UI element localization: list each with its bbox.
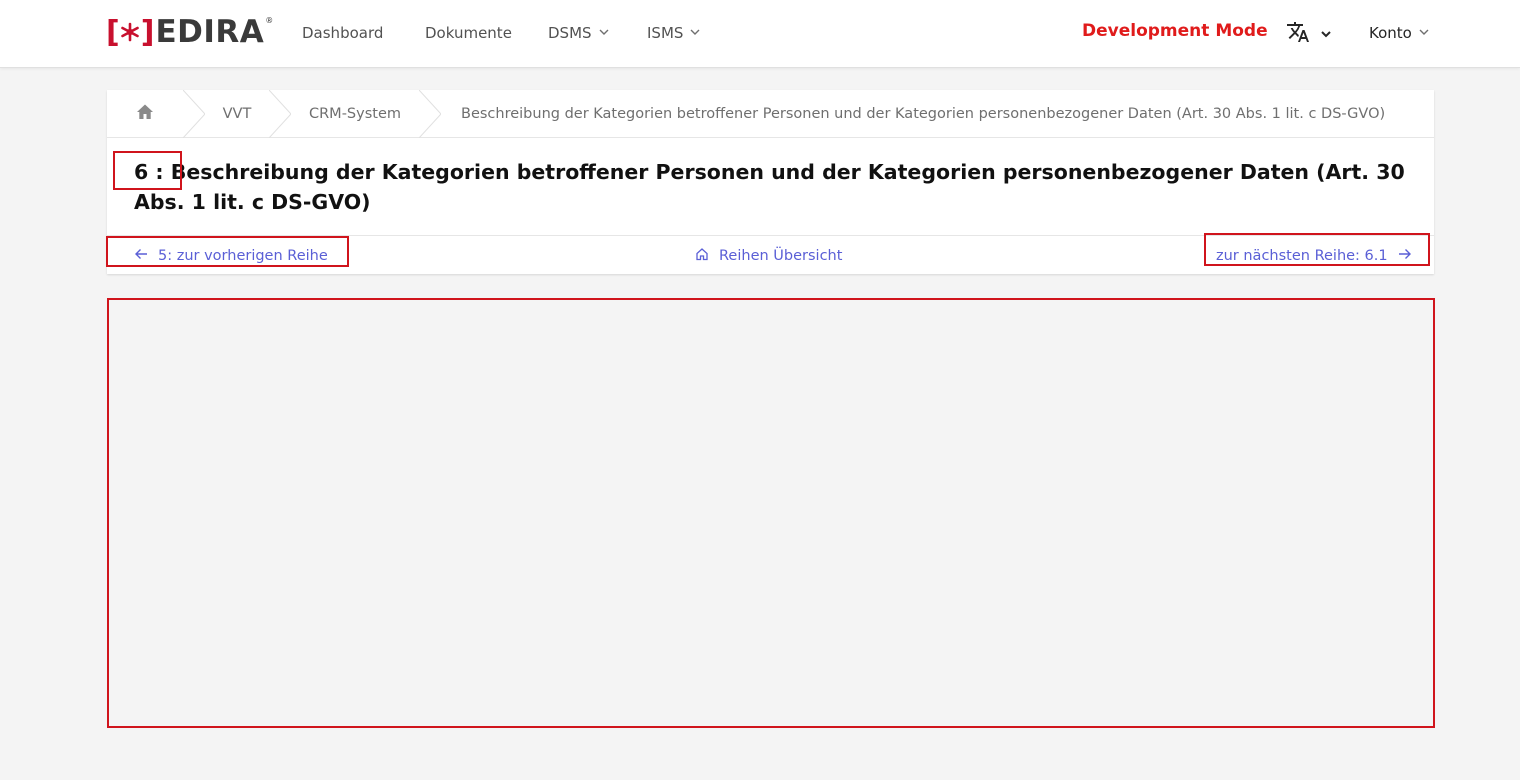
row-navigation: 5: zur vorherigen Reihe Reihen Übersicht…	[107, 235, 1434, 274]
row-header-card: VVT CRM-System Beschreibung der Kategori…	[107, 90, 1434, 274]
registered-mark: ®	[265, 15, 274, 25]
breadcrumb-separator	[419, 90, 441, 138]
nav-dashboard-label: Dashboard	[302, 24, 384, 42]
next-row-label: zur nächsten Reihe: 6.1	[1216, 248, 1388, 264]
arrow-right-icon	[1398, 247, 1412, 265]
nav-dokumente-label: Dokumente	[425, 24, 512, 42]
arrow-left-icon	[134, 247, 148, 265]
breadcrumb-separator	[269, 90, 291, 138]
row-overview-label: Reihen Übersicht	[719, 248, 843, 264]
nav-dashboard[interactable]: Dashboard	[302, 24, 383, 42]
previous-row-label: 5: zur vorherigen Reihe	[158, 248, 328, 264]
home-icon	[136, 103, 154, 125]
translate-icon	[1286, 20, 1310, 48]
chevron-down-icon	[598, 24, 610, 42]
breadcrumb-crm-label: CRM-System	[308, 105, 401, 122]
account-menu[interactable]: Konto	[1369, 24, 1430, 42]
page-title: 6 : Beschreibung der Kategorien betroffe…	[134, 160, 1405, 214]
previous-row-link[interactable]: 5: zur vorherigen Reihe	[134, 247, 328, 265]
breadcrumb-home[interactable]	[107, 90, 183, 137]
nav-dokumente[interactable]: Dokumente	[425, 24, 512, 42]
top-navigation-bar: [ ] EDIRA ® Dashboard Dokumente DSMS ISM…	[0, 0, 1520, 68]
row-overview-link[interactable]: Reihen Übersicht	[695, 247, 842, 265]
home-outline-icon	[695, 247, 709, 265]
chevron-down-icon	[689, 24, 701, 42]
edira-logo[interactable]: [ ] EDIRA ®	[106, 14, 273, 50]
breadcrumb-item-crm-system[interactable]: CRM-System	[291, 90, 419, 137]
breadcrumb-vvt-label: VVT	[222, 105, 252, 122]
nav-dsms-dropdown[interactable]: DSMS	[548, 24, 610, 42]
breadcrumb-separator	[183, 90, 205, 138]
chevron-down-icon	[1418, 24, 1430, 42]
logo-star-icon	[119, 17, 141, 47]
development-mode-label: Development Mode	[1082, 21, 1268, 41]
breadcrumb-item-current: Beschreibung der Kategorien betroffener …	[441, 90, 1385, 137]
account-label: Konto	[1369, 24, 1412, 42]
breadcrumb: VVT CRM-System Beschreibung der Kategori…	[107, 90, 1434, 138]
chevron-down-icon	[1320, 25, 1332, 44]
logo-text: EDIRA	[155, 14, 265, 50]
nav-isms-dropdown[interactable]: ISMS	[647, 24, 701, 42]
breadcrumb-current-label: Beschreibung der Kategorien betroffener …	[461, 105, 1386, 122]
language-switcher[interactable]	[1286, 20, 1332, 48]
next-row-link[interactable]: zur nächsten Reihe: 6.1	[1216, 247, 1412, 265]
nav-dsms-label: DSMS	[548, 24, 592, 42]
nav-isms-label: ISMS	[647, 24, 684, 42]
row-content-area	[107, 298, 1435, 728]
breadcrumb-item-vvt[interactable]: VVT	[205, 90, 269, 137]
